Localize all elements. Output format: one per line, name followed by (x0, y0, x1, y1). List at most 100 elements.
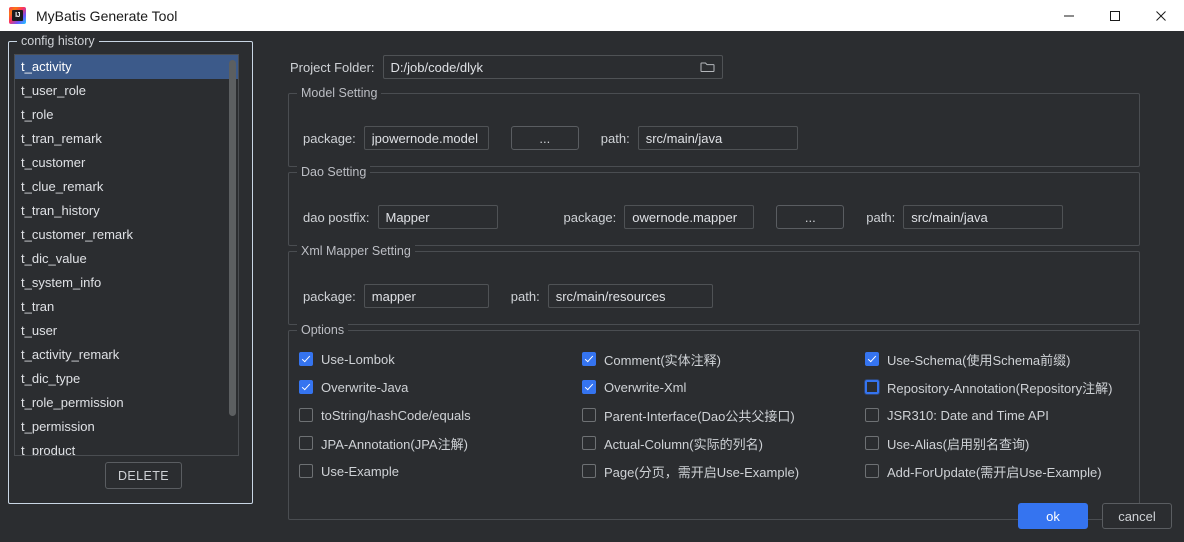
ok-button[interactable]: ok (1018, 503, 1088, 529)
list-item[interactable]: t_system_info (15, 271, 238, 295)
checkbox-checked-icon[interactable] (299, 352, 313, 366)
option-label: Page(分页，需开启Use-Example) (604, 464, 800, 480)
list-item[interactable]: t_customer (15, 151, 238, 175)
list-item[interactable]: t_activity (15, 55, 238, 79)
delete-button[interactable]: DELETE (105, 462, 182, 489)
xml-mapper-setting-panel: Xml Mapper Setting package: path: (288, 244, 1140, 325)
model-setting-panel: Model Setting package: ... path: (288, 86, 1140, 167)
option-label: Overwrite-Xml (604, 379, 687, 395)
list-item[interactable]: t_activity_remark (15, 343, 238, 367)
checkbox-unchecked-icon[interactable] (865, 408, 879, 422)
option-checkbox-row[interactable]: Actual-Column(实际的列名) (582, 431, 865, 455)
list-item[interactable]: t_tran_remark (15, 127, 238, 151)
option-label: JSR310: Date and Time API (887, 407, 1049, 423)
option-checkbox-row[interactable]: Use-Example (299, 459, 582, 483)
xml-path-input[interactable] (547, 284, 713, 308)
config-history-panel: config history t_activity t_user_role t_ro… (8, 34, 253, 504)
window-controls (1046, 0, 1184, 31)
list-item[interactable]: t_permission (15, 415, 238, 439)
dao-path-input[interactable] (903, 205, 1064, 229)
dao-setting-panel: Dao Setting dao postfix: package: ... pa… (288, 165, 1140, 246)
option-checkbox-row[interactable]: Repository-Annotation(Repository注解) (865, 375, 1133, 399)
model-setting-legend: Model Setting (297, 86, 382, 100)
dao-postfix-input[interactable] (377, 205, 498, 229)
xml-package-input[interactable] (363, 284, 489, 308)
checkbox-checked-icon[interactable] (865, 352, 879, 366)
option-label: Add-ForUpdate(需开启Use-Example) (887, 464, 1102, 480)
list-item[interactable]: t_user (15, 319, 238, 343)
checkbox-unchecked-icon[interactable] (299, 408, 313, 422)
list-item[interactable]: t_tran (15, 295, 238, 319)
model-setting-row: package: ... path: (303, 126, 798, 150)
option-label: Use-Alias(启用别名查询) (887, 436, 1030, 452)
option-label: Use-Schema(使用Schema前缀) (887, 352, 1071, 368)
option-label: Overwrite-Java (321, 379, 409, 395)
list-item[interactable]: t_clue_remark (15, 175, 238, 199)
option-label: Repository-Annotation(Repository注解) (887, 380, 1113, 396)
checkbox-unchecked-icon[interactable] (582, 436, 596, 450)
option-checkbox-row[interactable]: Overwrite-Java (299, 375, 582, 399)
model-package-browse-button[interactable]: ... (510, 126, 579, 150)
checkbox-checked-icon[interactable] (582, 352, 596, 366)
project-folder-row: Project Folder: (290, 55, 723, 79)
option-label: Parent-Interface(Dao公共父接口) (604, 408, 795, 424)
dialog-body: config history t_activity t_user_role t_ro… (0, 31, 1184, 542)
folder-icon[interactable] (700, 60, 715, 76)
dialog-footer: ok cancel (1018, 503, 1172, 529)
option-checkbox-row[interactable]: Add-ForUpdate(需开启Use-Example) (865, 459, 1133, 483)
option-checkbox-row[interactable]: Overwrite-Xml (582, 375, 865, 399)
cancel-button[interactable]: cancel (1102, 503, 1172, 529)
checkbox-checked-icon[interactable] (299, 380, 313, 394)
project-folder-label: Project Folder: (290, 59, 375, 75)
checkbox-unchecked-icon[interactable] (865, 380, 879, 394)
list-item[interactable]: t_dic_type (15, 367, 238, 391)
checkbox-checked-icon[interactable] (582, 380, 596, 394)
list-item[interactable]: t_user_role (15, 79, 238, 103)
checkbox-unchecked-icon[interactable] (582, 408, 596, 422)
dao-postfix-label: dao postfix: (303, 209, 370, 225)
option-checkbox-row[interactable]: toString/hashCode/equals (299, 403, 582, 427)
checkbox-unchecked-icon[interactable] (582, 464, 596, 478)
close-icon[interactable] (1138, 0, 1184, 31)
options-legend: Options (297, 323, 349, 337)
model-package-input[interactable] (363, 126, 489, 150)
xml-path-label: path: (510, 288, 540, 304)
option-checkbox-row[interactable]: Use-Alias(启用别名查询) (865, 431, 1133, 455)
option-checkbox-row[interactable]: Use-Lombok (299, 347, 582, 371)
checkbox-unchecked-icon[interactable] (865, 464, 879, 478)
list-item[interactable]: t_role_permission (15, 391, 238, 415)
option-checkbox-row[interactable]: Page(分页，需开启Use-Example) (582, 459, 865, 483)
option-checkbox-row[interactable]: JSR310: Date and Time API (865, 403, 1133, 427)
option-label: Use-Lombok (321, 351, 395, 367)
checkbox-unchecked-icon[interactable] (299, 464, 313, 478)
list-item[interactable]: t_customer_remark (15, 223, 238, 247)
project-folder-field-wrapper (382, 55, 723, 79)
app-icon-text: IJ (12, 10, 23, 21)
scrollbar-thumb[interactable] (229, 60, 236, 416)
option-checkbox-row[interactable]: Comment(实体注释) (582, 347, 865, 371)
list-item[interactable]: t_product (15, 439, 238, 455)
dao-package-browse-button[interactable]: ... (776, 205, 845, 229)
config-history-scrollbar[interactable] (228, 56, 237, 454)
model-package-label: package: (303, 130, 356, 146)
option-checkbox-row[interactable]: Parent-Interface(Dao公共父接口) (582, 403, 865, 427)
option-checkbox-row[interactable]: Use-Schema(使用Schema前缀) (865, 347, 1133, 371)
project-folder-input[interactable] (382, 55, 723, 79)
checkbox-unchecked-icon[interactable] (299, 436, 313, 450)
dao-package-input[interactable] (624, 205, 755, 229)
xml-mapper-setting-legend: Xml Mapper Setting (297, 244, 415, 258)
minimize-icon[interactable] (1046, 0, 1092, 31)
dao-path-label: path: (866, 209, 896, 225)
options-grid: Use-Lombok Comment(实体注释) Use-Schema(使用Sche… (299, 347, 1133, 483)
config-history-legend: config history (17, 34, 99, 48)
list-item[interactable]: t_tran_history (15, 199, 238, 223)
maximize-icon[interactable] (1092, 0, 1138, 31)
model-path-input[interactable] (637, 126, 798, 150)
list-item[interactable]: t_role (15, 103, 238, 127)
dao-setting-legend: Dao Setting (297, 165, 371, 179)
list-item[interactable]: t_dic_value (15, 247, 238, 271)
option-label: toString/hashCode/equals (321, 407, 471, 423)
config-history-list[interactable]: t_activity t_user_role t_role t_tran_remark… (14, 54, 239, 456)
option-checkbox-row[interactable]: JPA-Annotation(JPA注解) (299, 431, 582, 455)
checkbox-unchecked-icon[interactable] (865, 436, 879, 450)
